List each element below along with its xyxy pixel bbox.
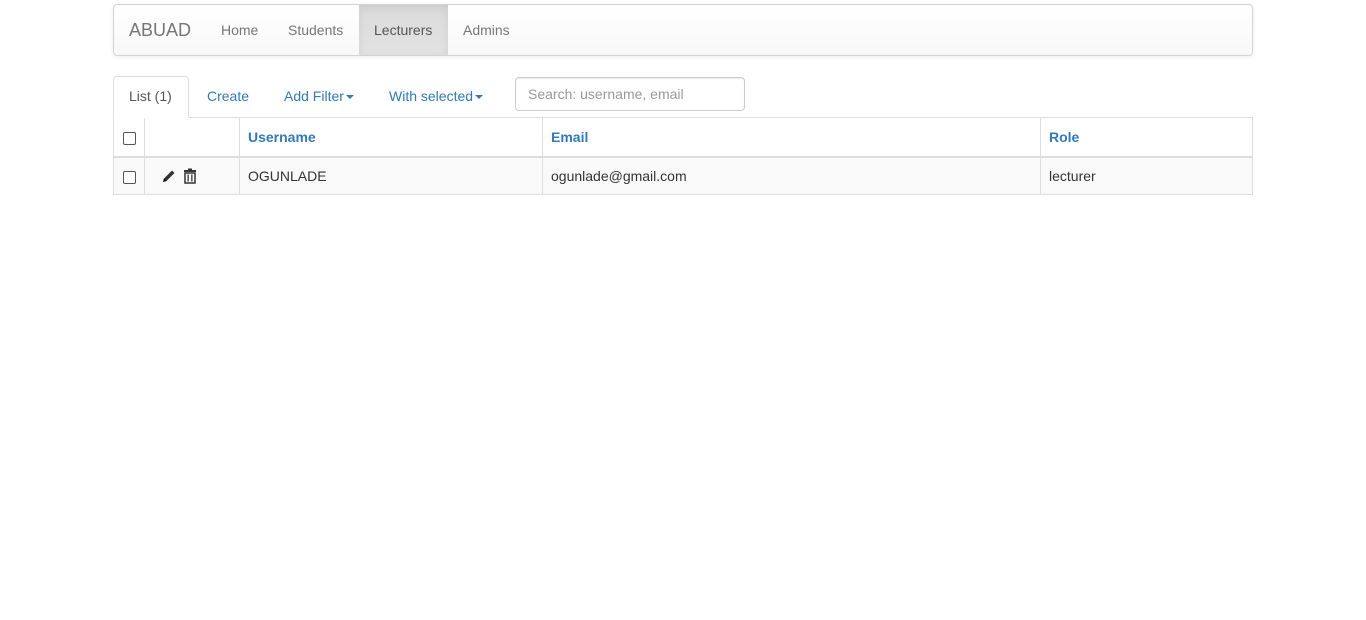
sort-role-link[interactable]: Role: [1049, 129, 1079, 145]
email-header: Email: [542, 117, 1041, 158]
pencil-icon[interactable]: [161, 168, 177, 184]
nav-item-home[interactable]: Home: [206, 5, 273, 55]
trash-icon[interactable]: [183, 168, 197, 185]
sort-username-link[interactable]: Username: [248, 129, 316, 145]
nav-item-lecturers[interactable]: Lecturers: [359, 5, 448, 55]
role-header: Role: [1040, 117, 1253, 158]
tab-with-selected[interactable]: With selected: [374, 76, 498, 117]
nav-item-admins[interactable]: Admins: [448, 5, 525, 55]
username-cell: OGUNLADE: [239, 156, 543, 195]
username-header: Username: [239, 117, 543, 158]
tab-add-filter[interactable]: Add Filter: [269, 76, 369, 117]
row-checkbox[interactable]: [122, 170, 136, 184]
search-input[interactable]: [515, 77, 745, 111]
lecturers-table: Username Email Role OGUNLADE ogunlade@gm…: [113, 117, 1253, 195]
row-actions-cell: [144, 156, 240, 195]
role-cell: lecturer: [1040, 156, 1253, 195]
add-filter-label: Add Filter: [284, 88, 344, 104]
caret-down-icon: [345, 95, 354, 100]
caret-down-icon: [475, 95, 484, 100]
sort-email-link[interactable]: Email: [551, 129, 588, 145]
actions-header: [144, 117, 240, 158]
tab-list[interactable]: List (1): [113, 76, 189, 118]
tab-create[interactable]: Create: [192, 76, 264, 117]
table-header-row: Username Email Role: [113, 117, 1253, 158]
brand-link[interactable]: ABUAD: [129, 5, 191, 55]
with-selected-label: With selected: [389, 88, 474, 104]
table-row: OGUNLADE ogunlade@gmail.com lecturer: [113, 156, 1253, 195]
select-all-cell: [113, 117, 145, 158]
nav-item-students[interactable]: Students: [273, 5, 358, 55]
row-select-cell: [113, 156, 145, 195]
email-cell: ogunlade@gmail.com: [542, 156, 1041, 195]
top-navbar: ABUAD Home Students Lecturers Admins: [113, 4, 1253, 56]
select-all-checkbox[interactable]: [122, 131, 136, 145]
